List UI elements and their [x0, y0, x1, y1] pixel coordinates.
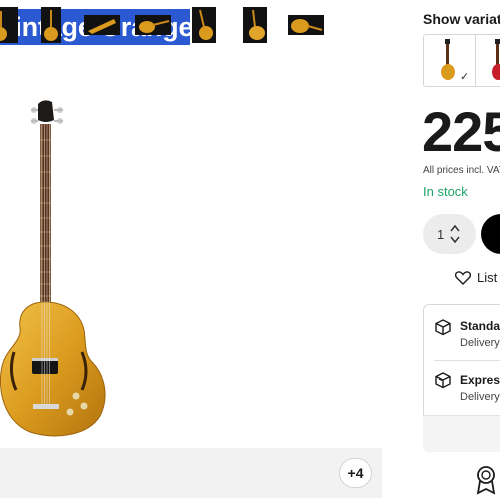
express-shipping-title[interactable]: Express — [460, 373, 500, 387]
vat-note: All prices incl. VAT — [423, 165, 500, 176]
thumbnail-1[interactable] — [0, 6, 18, 44]
quantity-value: 1 — [437, 226, 445, 242]
wishlist-button[interactable]: List — [455, 270, 497, 285]
thumbnail-strip — [0, 448, 382, 498]
thumbnail-6[interactable] — [237, 6, 273, 44]
add-to-cart-button[interactable] — [481, 214, 500, 254]
selected-check-icon: ✓ — [460, 71, 470, 83]
variations-label: Show variatio — [423, 11, 500, 27]
product-price: 225 — [422, 100, 500, 163]
more-images-button[interactable]: +4 — [339, 458, 372, 488]
box-icon — [434, 318, 452, 341]
thumbnail-3[interactable] — [84, 6, 120, 44]
thumbnail-2[interactable] — [33, 6, 69, 44]
award-icon[interactable] — [474, 465, 498, 500]
variant-red[interactable] — [476, 35, 500, 86]
shipping-divider — [434, 360, 500, 361]
wishlist-label: List — [477, 270, 498, 285]
main-product-image[interactable] — [0, 90, 140, 445]
thumbnail-7[interactable] — [288, 6, 324, 44]
heart-icon — [455, 270, 471, 285]
thumbnail-4[interactable] — [135, 6, 171, 44]
thumbnail-5[interactable] — [186, 6, 222, 44]
shipping-card-footer — [423, 415, 500, 452]
express-box-icon — [434, 371, 452, 394]
chevron-up-down-icon[interactable] — [449, 223, 461, 250]
express-shipping-delivery: Delivery — [460, 391, 500, 403]
standard-shipping-title[interactable]: Standa — [460, 319, 500, 333]
stock-status: In stock — [423, 184, 468, 199]
standard-shipping-delivery: Delivery — [460, 337, 500, 349]
